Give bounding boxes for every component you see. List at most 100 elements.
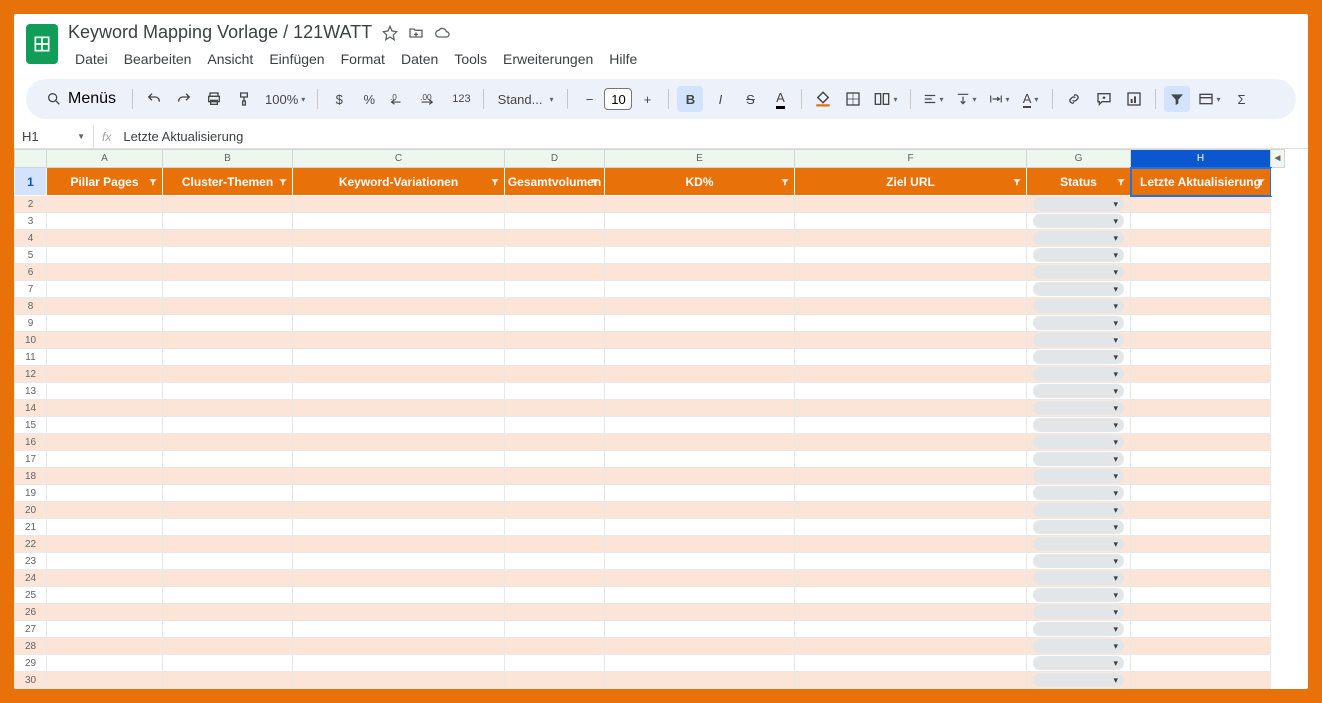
cell-A28[interactable] [47, 638, 163, 655]
row-header-13[interactable]: 13 [15, 383, 47, 400]
filter-icon[interactable] [490, 177, 500, 187]
cell-H6[interactable] [1131, 264, 1271, 281]
status-dropdown[interactable] [1033, 435, 1124, 449]
header-cell-B[interactable]: Cluster-Themen [163, 168, 293, 196]
filter-icon[interactable] [1116, 177, 1126, 187]
cell-G16[interactable] [1027, 434, 1131, 451]
col-header-A[interactable]: A [47, 150, 163, 168]
cell-D23[interactable] [505, 553, 605, 570]
cell-F13[interactable] [795, 383, 1027, 400]
cell-H2[interactable] [1131, 196, 1271, 213]
cell-F3[interactable] [795, 213, 1027, 230]
expand-columns[interactable]: ◄ [1271, 150, 1285, 168]
cell-F28[interactable] [795, 638, 1027, 655]
redo-button[interactable] [171, 86, 197, 112]
menu-hilfe[interactable]: Hilfe [602, 47, 644, 71]
status-dropdown[interactable] [1033, 520, 1124, 534]
cell-B5[interactable] [163, 247, 293, 264]
cell-C2[interactable] [293, 196, 505, 213]
cell-D27[interactable] [505, 621, 605, 638]
cell-C18[interactable] [293, 468, 505, 485]
cell-D4[interactable] [505, 230, 605, 247]
print-button[interactable] [201, 86, 227, 112]
cell-B20[interactable] [163, 502, 293, 519]
cell-H17[interactable] [1131, 451, 1271, 468]
cell-A24[interactable] [47, 570, 163, 587]
cell-F5[interactable] [795, 247, 1027, 264]
status-dropdown[interactable] [1033, 452, 1124, 466]
cell-F21[interactable] [795, 519, 1027, 536]
cell-B12[interactable] [163, 366, 293, 383]
cell-B27[interactable] [163, 621, 293, 638]
cell-D19[interactable] [505, 485, 605, 502]
cell-G27[interactable] [1027, 621, 1131, 638]
status-dropdown[interactable] [1033, 571, 1124, 585]
percent-button[interactable]: % [356, 86, 382, 112]
cell-E5[interactable] [605, 247, 795, 264]
cell-F4[interactable] [795, 230, 1027, 247]
cell-H29[interactable] [1131, 655, 1271, 672]
cell-D20[interactable] [505, 502, 605, 519]
col-header-G[interactable]: G [1027, 150, 1131, 168]
menu-tools[interactable]: Tools [447, 47, 494, 71]
status-dropdown[interactable] [1033, 265, 1124, 279]
cell-G22[interactable] [1027, 536, 1131, 553]
cell-B15[interactable] [163, 417, 293, 434]
cell-A19[interactable] [47, 485, 163, 502]
status-dropdown[interactable] [1033, 486, 1124, 500]
cell-G10[interactable] [1027, 332, 1131, 349]
cell-G24[interactable] [1027, 570, 1131, 587]
cell-C21[interactable] [293, 519, 505, 536]
cell-G14[interactable] [1027, 400, 1131, 417]
cell-A5[interactable] [47, 247, 163, 264]
cell-B24[interactable] [163, 570, 293, 587]
menu-ansicht[interactable]: Ansicht [200, 47, 260, 71]
cell-D10[interactable] [505, 332, 605, 349]
strikethrough-button[interactable]: S [737, 86, 763, 112]
filter-button[interactable] [1164, 86, 1190, 112]
cell-E29[interactable] [605, 655, 795, 672]
cell-D16[interactable] [505, 434, 605, 451]
spreadsheet-grid[interactable]: ABCDEFGH◄1Pillar PagesCluster-ThemenKeyw… [14, 149, 1308, 689]
cell-A22[interactable] [47, 536, 163, 553]
cell-F7[interactable] [795, 281, 1027, 298]
cell-F18[interactable] [795, 468, 1027, 485]
cell-C30[interactable] [293, 672, 505, 689]
cell-B30[interactable] [163, 672, 293, 689]
cell-D15[interactable] [505, 417, 605, 434]
menus-search[interactable]: Menüs [38, 90, 124, 108]
status-dropdown[interactable] [1033, 367, 1124, 381]
row-header-4[interactable]: 4 [15, 230, 47, 247]
cell-F25[interactable] [795, 587, 1027, 604]
cell-E28[interactable] [605, 638, 795, 655]
cell-H16[interactable] [1131, 434, 1271, 451]
cell-E26[interactable] [605, 604, 795, 621]
cell-B10[interactable] [163, 332, 293, 349]
currency-button[interactable]: $ [326, 86, 352, 112]
cell-F23[interactable] [795, 553, 1027, 570]
zoom-select[interactable]: 100% [261, 86, 309, 112]
cell-C5[interactable] [293, 247, 505, 264]
link-button[interactable] [1061, 86, 1087, 112]
row-header-24[interactable]: 24 [15, 570, 47, 587]
cell-A12[interactable] [47, 366, 163, 383]
row-header-22[interactable]: 22 [15, 536, 47, 553]
cell-C20[interactable] [293, 502, 505, 519]
row-header-16[interactable]: 16 [15, 434, 47, 451]
cell-A14[interactable] [47, 400, 163, 417]
cell-B2[interactable] [163, 196, 293, 213]
cell-G29[interactable] [1027, 655, 1131, 672]
status-dropdown[interactable] [1033, 299, 1124, 313]
cell-A23[interactable] [47, 553, 163, 570]
col-header-C[interactable]: C [293, 150, 505, 168]
cell-E17[interactable] [605, 451, 795, 468]
row-header-12[interactable]: 12 [15, 366, 47, 383]
cell-G23[interactable] [1027, 553, 1131, 570]
cell-A2[interactable] [47, 196, 163, 213]
name-box[interactable]: H1 ▼ [14, 125, 94, 148]
col-header-D[interactable]: D [505, 150, 605, 168]
filter-icon[interactable] [590, 177, 600, 187]
decrease-font-button[interactable]: − [576, 86, 602, 112]
cell-F2[interactable] [795, 196, 1027, 213]
cell-E4[interactable] [605, 230, 795, 247]
